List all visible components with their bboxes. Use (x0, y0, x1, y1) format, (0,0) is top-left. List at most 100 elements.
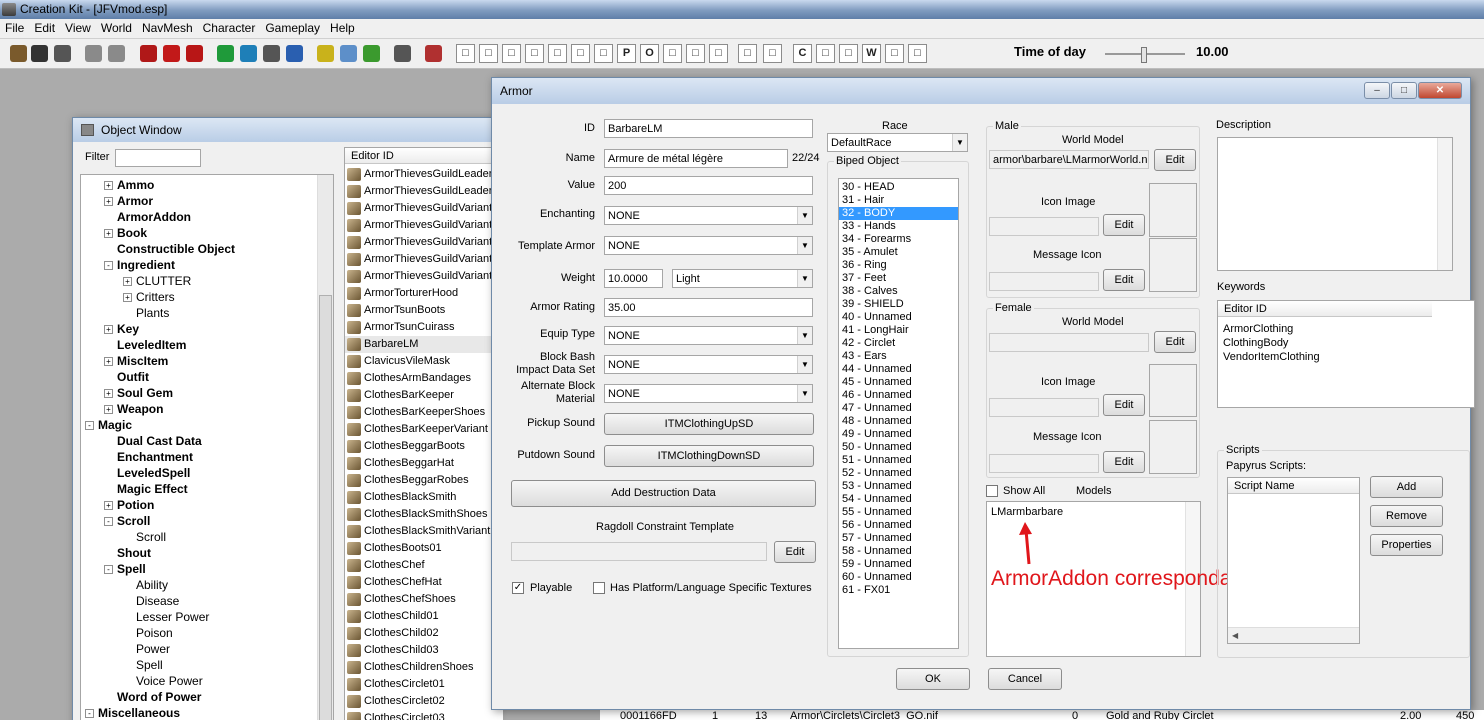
toolbar-view-icon[interactable]: □ (571, 44, 590, 63)
list-item[interactable]: ArmorThievesGuildVariantH (345, 268, 503, 285)
biped-item[interactable]: 44 - Unnamed (839, 363, 958, 376)
menu-item-world[interactable]: World (96, 19, 137, 37)
grass-icon[interactable] (363, 45, 380, 62)
name-field[interactable]: Armure de métal légère (604, 149, 788, 168)
collapse-icon[interactable]: - (85, 709, 94, 719)
keywords-list[interactable]: Editor ID ArmorClothing ClothingBody Ven… (1217, 300, 1475, 408)
expand-icon[interactable]: + (104, 389, 113, 399)
marker-icon[interactable] (425, 45, 442, 62)
expand-icon[interactable]: + (104, 405, 113, 415)
female-message-icon-field[interactable] (989, 454, 1099, 473)
tree-item[interactable]: + Armor (81, 193, 333, 209)
light-icon[interactable] (317, 45, 334, 62)
tree-item[interactable]: Word of Power (81, 689, 333, 705)
list-item[interactable]: ArmorThievesGuildLeaderH (345, 183, 503, 200)
tree-scroll-thumb[interactable] (319, 295, 332, 720)
biped-item[interactable]: 38 - Calves (839, 285, 958, 298)
scripts-hscrollbar[interactable]: ◀ (1228, 627, 1359, 643)
tree-item[interactable]: Outfit (81, 369, 333, 385)
race-select[interactable]: DefaultRace ▼ (827, 133, 968, 152)
toolbar-view-icon[interactable]: □ (502, 44, 521, 63)
tree-item[interactable]: + Soul Gem (81, 385, 333, 401)
filter-input[interactable] (115, 149, 201, 167)
list-item[interactable]: ArmorThievesGuildVariantC (345, 234, 503, 251)
toolbar-view-icon[interactable]: □ (479, 44, 498, 63)
toolbar-view-icon[interactable]: □ (548, 44, 567, 63)
biped-item[interactable]: 51 - Unnamed (839, 454, 958, 467)
male-world-model-edit[interactable]: Edit (1154, 149, 1196, 171)
biped-item[interactable]: 35 - Amulet (839, 246, 958, 259)
biped-item[interactable]: 54 - Unnamed (839, 493, 958, 506)
list-item[interactable]: ClothesBlackSmith (345, 489, 503, 506)
expand-icon[interactable]: + (104, 357, 113, 367)
weight-field[interactable]: 10.0000 (604, 269, 663, 288)
collapse-icon[interactable]: - (104, 261, 113, 271)
add-script-button[interactable]: Add (1370, 476, 1443, 498)
column-editor-id[interactable]: Editor ID (345, 148, 503, 164)
tree-item[interactable]: - Ingredient (81, 257, 333, 273)
expand-icon[interactable]: + (104, 197, 113, 207)
object-list[interactable]: Editor ID ArmorThievesGuildLeaderC ArmorT… (344, 147, 504, 720)
list-item[interactable]: ClothesCirclet03 (345, 710, 503, 720)
biped-item[interactable]: 61 - FX01 (839, 584, 958, 597)
list-item[interactable]: ClothesCirclet02 (345, 693, 503, 710)
biped-list[interactable]: 30 - HEAD 31 - Hair 32 - BODY 33 - Hands 34 … (838, 178, 959, 649)
menu-item-navmesh[interactable]: NavMesh (137, 19, 198, 37)
menu-item-file[interactable]: File (0, 19, 29, 37)
biped-item[interactable]: 33 - Hands (839, 220, 958, 233)
toolbar-view-icon[interactable]: □ (816, 44, 835, 63)
list-item[interactable]: ClothesChild02 (345, 625, 503, 642)
script-name-header[interactable]: Script Name (1228, 478, 1359, 494)
toolbar-letter-icon[interactable]: W (862, 44, 881, 63)
redo-icon[interactable] (108, 45, 125, 62)
biped-item[interactable]: 48 - Unnamed (839, 415, 958, 428)
maximize-button[interactable]: □ (1391, 82, 1417, 99)
tree-item[interactable]: Poison (81, 625, 333, 641)
tree-item[interactable]: Dual Cast Data (81, 433, 333, 449)
tree-item[interactable]: + Potion (81, 497, 333, 513)
tree-item[interactable]: ArmorAddon (81, 209, 333, 225)
template-select[interactable]: NONE ▼ (604, 236, 813, 255)
save-icon[interactable] (31, 45, 48, 62)
landscape-icon[interactable] (240, 45, 257, 62)
tree-item[interactable]: - Miscellaneous (81, 705, 333, 720)
description-scrollbar[interactable] (1437, 138, 1452, 270)
menu-item-edit[interactable]: Edit (29, 19, 60, 37)
toolbar-view-icon[interactable]: □ (663, 44, 682, 63)
biped-item[interactable]: 45 - Unnamed (839, 376, 958, 389)
object-list-bottom-row[interactable]: 0001166FD 1 13 Armor\Circlets\Circlet3_G… (600, 710, 1484, 720)
biped-item[interactable]: 60 - Unnamed (839, 571, 958, 584)
tree-item[interactable]: - Magic (81, 417, 333, 433)
navmesh-icon[interactable] (186, 45, 203, 62)
collapse-icon[interactable]: - (85, 421, 94, 431)
fx-icon[interactable] (286, 45, 303, 62)
globe-icon[interactable] (217, 45, 234, 62)
biped-item[interactable]: 36 - Ring (839, 259, 958, 272)
list-item[interactable]: ClothesChild01 (345, 608, 503, 625)
biped-item[interactable]: 41 - LongHair (839, 324, 958, 337)
tree-item[interactable]: LeveledSpell (81, 465, 333, 481)
properties-button[interactable]: Properties (1370, 534, 1443, 556)
expand-icon[interactable]: + (104, 229, 113, 239)
list-item[interactable]: ClothesBlackSmithShoes (345, 506, 503, 523)
biped-item[interactable]: 32 - BODY (839, 207, 958, 220)
list-item[interactable]: ArmorThievesGuildLeaderC (345, 166, 503, 183)
tree-item[interactable]: Constructible Object (81, 241, 333, 257)
biped-item[interactable]: 43 - Ears (839, 350, 958, 363)
toolbar-letter-icon[interactable]: P (617, 44, 636, 63)
male-message-icon-field[interactable] (989, 272, 1099, 291)
tree-scrollbar[interactable] (317, 175, 333, 720)
male-message-icon-edit[interactable]: Edit (1103, 269, 1145, 291)
list-item[interactable]: ClothesCirclet01 (345, 676, 503, 693)
toolbar-letter-icon[interactable]: O (640, 44, 659, 63)
equip-select[interactable]: NONE ▼ (604, 326, 813, 345)
female-world-model-field[interactable] (989, 333, 1149, 352)
object-tree[interactable]: + Ammo + Armor ArmorAddon + Book Constructible … (80, 174, 334, 720)
toolbar-view-icon[interactable]: □ (738, 44, 757, 63)
tree-item[interactable]: Shout (81, 545, 333, 561)
tree-item[interactable]: LeveledItem (81, 337, 333, 353)
biped-item[interactable]: 37 - Feet (839, 272, 958, 285)
toolbar-view-icon[interactable]: □ (709, 44, 728, 63)
expand-icon[interactable]: + (104, 501, 113, 511)
rating-field[interactable]: 35.00 (604, 298, 813, 317)
